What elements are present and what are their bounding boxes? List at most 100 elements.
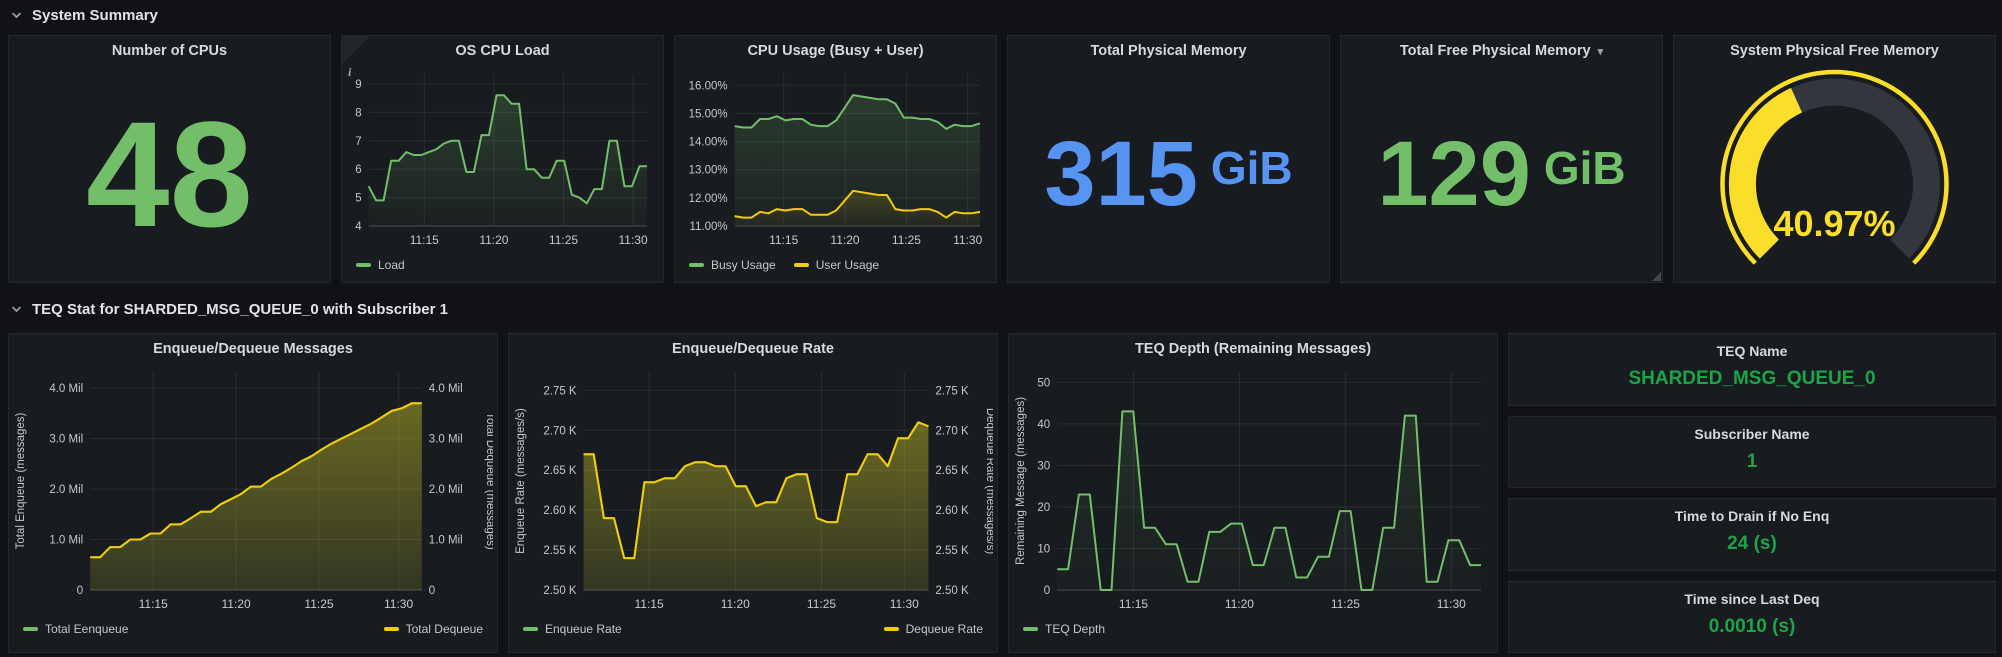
legend-item[interactable]: User Usage xyxy=(793,258,879,272)
enqueue-dequeue-messages-chart[interactable]: 0 0 1.0 Mil 1.0 Mil 2.0 Mil 2.0 Mil 3.0 Mil 3.0… xyxy=(13,364,496,616)
svg-text:11:30: 11:30 xyxy=(619,233,648,247)
svg-text:11:15: 11:15 xyxy=(139,597,168,611)
svg-text:2.0 Mil: 2.0 Mil xyxy=(429,484,463,496)
svg-text:16.00%: 16.00% xyxy=(689,80,728,92)
legend-swatch xyxy=(23,627,38,631)
svg-text:11:25: 11:25 xyxy=(1331,597,1360,611)
free-memory-value: 129 xyxy=(1377,123,1531,225)
svg-text:11:20: 11:20 xyxy=(222,597,251,611)
svg-text:12.00%: 12.00% xyxy=(689,193,728,205)
svg-text:2.60 K: 2.60 K xyxy=(935,505,969,517)
legend-swatch xyxy=(383,627,399,631)
svg-text:0: 0 xyxy=(77,585,83,597)
enqueue-dequeue-rate-chart[interactable]: 2.50 K 2.50 K 2.55 K 2.55 K 2.60 K 2.60 K 2.65… xyxy=(513,364,996,616)
dropdown-caret-icon[interactable]: ▾ xyxy=(1598,46,1604,58)
panel-title[interactable]: Total Free Physical Memory ▾ xyxy=(1341,36,1662,66)
panel-title[interactable]: Total Physical Memory xyxy=(1008,36,1329,66)
svg-text:11:25: 11:25 xyxy=(807,597,836,611)
teq-stats-column: TEQ Name SHARDED_MSG_QUEUE_0 Subscriber … xyxy=(1508,333,1996,653)
svg-text:0: 0 xyxy=(1044,585,1050,597)
panel-total-physical-memory: Total Physical Memory 315 GiB xyxy=(1007,35,1330,283)
svg-text:1.0 Mil: 1.0 Mil xyxy=(429,535,463,547)
panel-subscriber-name: Subscriber Name 1 xyxy=(1508,415,1996,488)
time-since-last-deq-value: 0.0010 (s) xyxy=(1708,615,1796,637)
svg-text:1.0 Mil: 1.0 Mil xyxy=(49,535,83,547)
svg-text:Dequeue Rate (messages/s): Dequeue Rate (messages/s) xyxy=(984,408,993,555)
teq-depth-chart[interactable]: 0 10 20 30 40 50 11:15 11:20 11:25 11:30 Remaining… xyxy=(1013,364,1493,616)
total-memory-value: 315 xyxy=(1044,123,1198,225)
time-to-drain-value: 24 (s) xyxy=(1727,533,1777,555)
legend-swatch xyxy=(1023,627,1038,631)
svg-text:8: 8 xyxy=(355,107,361,119)
panel-teq-depth: TEQ Depth (Remaining Messages) 0 10 20 30 40… xyxy=(1008,333,1498,653)
chart-legend: Load xyxy=(342,252,663,278)
panel-os-cpu-load: i OS CPU Load 4 5 6 7 8 9 11:15 11:20 11:25 11:30… xyxy=(341,35,664,283)
legend-item[interactable]: TEQ Depth xyxy=(1023,622,1105,636)
svg-text:2.55 K: 2.55 K xyxy=(543,545,577,557)
svg-text:11:30: 11:30 xyxy=(953,233,982,247)
chevron-down-icon[interactable] xyxy=(10,9,23,22)
free-memory-gauge: 40.97% xyxy=(1678,66,1991,285)
svg-text:20: 20 xyxy=(1037,502,1050,514)
resize-handle[interactable] xyxy=(1652,272,1661,281)
svg-text:11:15: 11:15 xyxy=(410,233,439,247)
svg-text:9: 9 xyxy=(355,79,361,91)
svg-text:11:20: 11:20 xyxy=(830,233,859,247)
free-memory-unit: GiB xyxy=(1543,142,1626,194)
stat-value-wrap: 48 xyxy=(9,66,330,282)
panel-enqueue-dequeue-rate: Enqueue/Dequeue Rate 2.50 K 2.50 K 2.55 K2… xyxy=(508,333,998,653)
panel-title[interactable]: Time since Last Deq xyxy=(1509,591,1995,607)
svg-text:11.00%: 11.00% xyxy=(689,221,727,233)
panel-total-free-physical-memory: Total Free Physical Memory ▾ 129 GiB xyxy=(1340,35,1663,283)
panel-title[interactable]: TEQ Depth (Remaining Messages) xyxy=(1009,334,1497,364)
svg-text:11:15: 11:15 xyxy=(769,233,798,247)
legend-swatch xyxy=(883,627,899,631)
panel-title[interactable]: Enqueue/Dequeue Rate xyxy=(509,334,997,364)
panel-time-to-drain: Time to Drain if No Enq 24 (s) xyxy=(1508,498,1996,571)
cpu-usage-chart[interactable]: 11.00% 12.00% 13.00% 14.00% 15.00% 16.00% 11:1… xyxy=(679,66,992,252)
chevron-down-icon[interactable] xyxy=(10,303,23,316)
info-icon[interactable]: i xyxy=(342,36,370,79)
svg-text:40.97%: 40.97% xyxy=(1773,203,1895,244)
num-cpus-value: 48 xyxy=(86,90,253,258)
svg-text:6: 6 xyxy=(355,164,361,176)
panel-title[interactable]: TEQ Name xyxy=(1509,343,1995,359)
legend-item[interactable]: Total Dequeue xyxy=(383,622,483,636)
panel-title[interactable]: Number of CPUs xyxy=(9,36,330,66)
svg-text:Enqueue Rate (messages/s): Enqueue Rate (messages/s) xyxy=(515,408,527,554)
svg-text:2.65 K: 2.65 K xyxy=(543,465,577,477)
panel-title[interactable]: OS CPU Load xyxy=(342,36,663,66)
panel-title[interactable]: System Physical Free Memory xyxy=(1674,36,1995,66)
svg-text:Total Dequeue (messages): Total Dequeue (messages) xyxy=(484,412,493,550)
legend-swatch xyxy=(356,263,371,267)
panel-enqueue-dequeue-messages: Enqueue/Dequeue Messages 0 0 1.0 Mil 1.0 Mi… xyxy=(8,333,498,653)
chart-legend: Busy Usage User Usage xyxy=(675,252,996,278)
panel-title[interactable]: Subscriber Name xyxy=(1509,426,1995,442)
panel-title[interactable]: Enqueue/Dequeue Messages xyxy=(9,334,497,364)
panel-title-text: Total Free Physical Memory xyxy=(1399,43,1591,59)
svg-text:3.0 Mil: 3.0 Mil xyxy=(49,434,83,446)
svg-text:2.55 K: 2.55 K xyxy=(935,545,969,557)
legend-item[interactable]: Total Eenqueue xyxy=(23,622,128,636)
panel-title[interactable]: Time to Drain if No Enq xyxy=(1509,508,1995,524)
chart-legend: TEQ Depth xyxy=(1009,616,1497,642)
panel-title[interactable]: CPU Usage (Busy + User) xyxy=(675,36,996,66)
svg-text:13.00%: 13.00% xyxy=(689,165,728,177)
svg-text:2.70 K: 2.70 K xyxy=(935,425,969,437)
svg-text:2.75 K: 2.75 K xyxy=(543,385,577,397)
panel-teq-name: TEQ Name SHARDED_MSG_QUEUE_0 xyxy=(1508,333,1996,406)
svg-text:4.0 Mil: 4.0 Mil xyxy=(429,383,463,395)
svg-text:5: 5 xyxy=(355,193,361,205)
legend-item[interactable]: Dequeue Rate xyxy=(883,622,983,636)
svg-text:11:25: 11:25 xyxy=(892,233,921,247)
section-header-teq-stat[interactable]: TEQ Stat for SHARDED_MSG_QUEUE_0 with Su… xyxy=(10,296,448,322)
legend-item[interactable]: Enqueue Rate xyxy=(523,622,622,636)
panel-number-of-cpus: Number of CPUs 48 xyxy=(8,35,331,283)
legend-item[interactable]: Load xyxy=(356,258,405,272)
legend-swatch xyxy=(793,263,809,267)
os-cpu-load-chart[interactable]: 4 5 6 7 8 9 11:15 11:20 11:25 11:30 xyxy=(346,66,659,252)
svg-text:11:15: 11:15 xyxy=(1119,597,1148,611)
legend-item[interactable]: Busy Usage xyxy=(689,258,776,272)
panel-time-since-last-deq: Time since Last Deq 0.0010 (s) xyxy=(1508,580,1996,653)
section-header-system-summary[interactable]: System Summary xyxy=(10,2,158,28)
